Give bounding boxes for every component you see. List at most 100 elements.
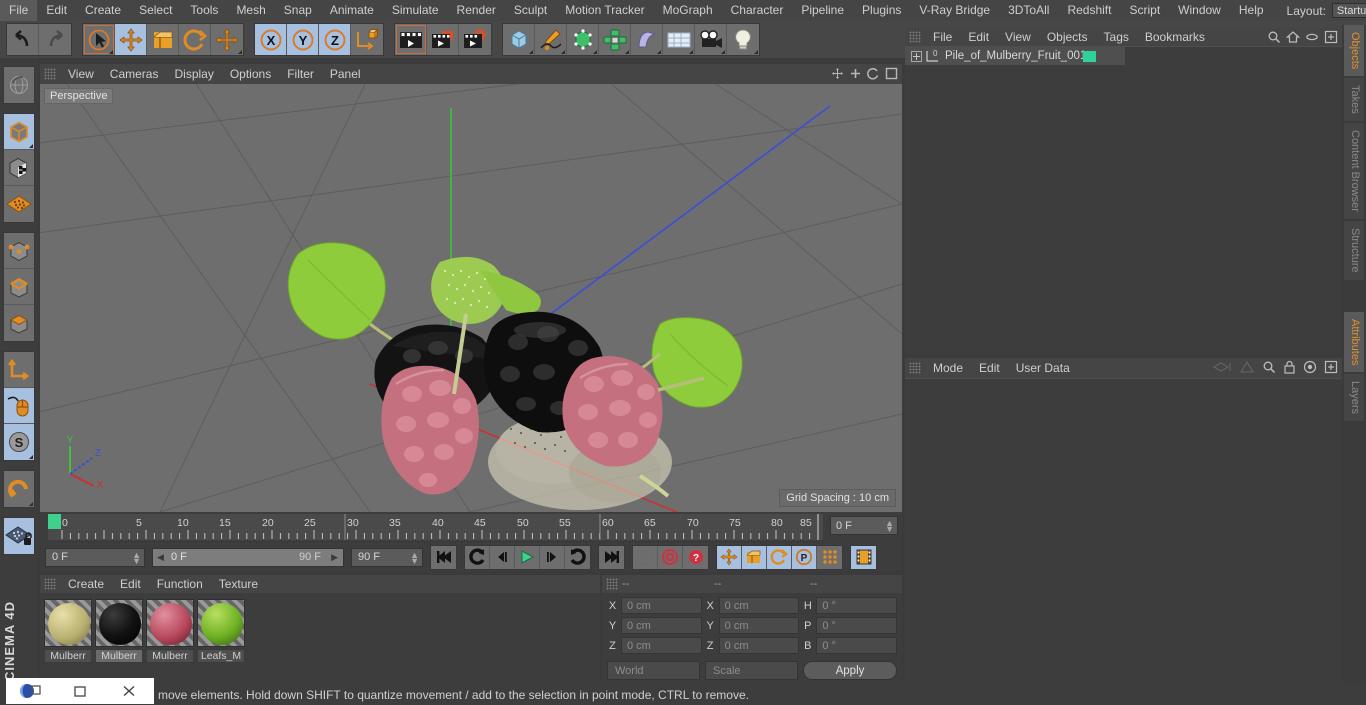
record-key-button[interactable] bbox=[633, 545, 658, 569]
render-view-button[interactable] bbox=[395, 24, 427, 55]
step-back-button[interactable] bbox=[490, 545, 515, 569]
y-axis-button[interactable]: Y bbox=[287, 24, 319, 55]
autokey-button[interactable] bbox=[658, 545, 683, 569]
tab-attributes[interactable]: Attributes bbox=[1344, 311, 1364, 373]
menu-item-simulate[interactable]: Simulate bbox=[383, 0, 448, 21]
quantize-lock-button[interactable] bbox=[4, 518, 34, 554]
expand-toggle-icon[interactable] bbox=[911, 50, 922, 62]
scale-key-button[interactable] bbox=[742, 545, 767, 569]
environment-floor-button[interactable] bbox=[663, 24, 695, 55]
coord-input-rot-b[interactable]: 0 ° bbox=[816, 637, 898, 654]
redo-button[interactable] bbox=[39, 24, 71, 55]
coord-input-rot-h[interactable]: 0 ° bbox=[816, 597, 898, 614]
lock-icon[interactable] bbox=[1283, 360, 1296, 374]
material-menu-create[interactable]: Create bbox=[60, 575, 112, 593]
target-icon[interactable] bbox=[1303, 360, 1317, 374]
range-left-arrow-icon[interactable]: ◀ bbox=[157, 552, 164, 563]
viewport-canvas[interactable]: Perspective Grid Spacing : 10 cm Y X Z bbox=[40, 84, 902, 512]
menu-item-character[interactable]: Character bbox=[722, 0, 793, 21]
coord-apply-button[interactable]: Apply bbox=[803, 661, 897, 680]
menu-item-mograph[interactable]: MoGraph bbox=[654, 0, 722, 21]
viewport-menu-cameras[interactable]: Cameras bbox=[102, 64, 167, 84]
viewport-menu-view[interactable]: View bbox=[60, 64, 102, 84]
viewport-solo-button[interactable] bbox=[4, 388, 34, 424]
pan-view-icon[interactable] bbox=[831, 67, 844, 80]
material-swatch[interactable] bbox=[95, 599, 143, 647]
menu-item-vray-bridge[interactable]: V-Ray Bridge bbox=[910, 0, 999, 21]
model-mode-button[interactable] bbox=[4, 114, 34, 150]
object-menu-view[interactable]: View bbox=[997, 28, 1039, 46]
tab-content-browser[interactable]: Content Browser bbox=[1344, 123, 1364, 219]
camera-button[interactable] bbox=[695, 24, 727, 55]
coord-mode-dropdown[interactable]: Scale bbox=[705, 661, 798, 680]
maximize-view-icon[interactable] bbox=[885, 67, 898, 80]
zoom-view-icon[interactable] bbox=[849, 67, 862, 80]
move-tool-button[interactable] bbox=[115, 24, 147, 55]
tab-objects[interactable]: Objects bbox=[1344, 25, 1364, 77]
polygons-mode-button[interactable] bbox=[4, 305, 34, 341]
viewport-menu-display[interactable]: Display bbox=[166, 64, 221, 84]
object-tree-row[interactable]: 0 Pile_of_Mulberry_Fruit_001 bbox=[905, 47, 1125, 65]
panel-grip-icon[interactable] bbox=[44, 578, 56, 590]
menu-item-edit[interactable]: Edit bbox=[37, 0, 76, 21]
viewport-menu-options[interactable]: Options bbox=[222, 64, 279, 84]
new-tab-icon[interactable] bbox=[1324, 360, 1338, 374]
mograph-cloner-button[interactable] bbox=[599, 24, 631, 55]
menu-item-help[interactable]: Help bbox=[1230, 0, 1273, 21]
material-menu-function[interactable]: Function bbox=[149, 575, 211, 593]
rotation-key-button[interactable] bbox=[767, 545, 792, 569]
attribute-menu-edit[interactable]: Edit bbox=[971, 358, 1008, 378]
home-icon[interactable] bbox=[1286, 30, 1300, 44]
stepper-icon[interactable]: ▲ ▼ bbox=[132, 550, 141, 565]
points-mode-button[interactable] bbox=[4, 233, 34, 269]
attribute-menu-mode[interactable]: Mode bbox=[925, 358, 971, 378]
minimize-icon[interactable] bbox=[55, 683, 104, 699]
go-to-start-button[interactable] bbox=[431, 546, 456, 569]
cube-primitive-button[interactable] bbox=[503, 24, 535, 55]
stepper-icon[interactable]: ▲ ▼ bbox=[410, 550, 419, 565]
menu-item-window[interactable]: Window bbox=[1169, 0, 1230, 21]
history-back-icon[interactable] bbox=[1212, 360, 1232, 374]
menu-item-plugins[interactable]: Plugins bbox=[853, 0, 910, 21]
search-icon[interactable] bbox=[1267, 30, 1281, 44]
history-forward-icon[interactable] bbox=[1239, 360, 1255, 374]
texture-mode-button[interactable] bbox=[4, 150, 34, 186]
coord-system-dropdown[interactable]: World bbox=[607, 661, 700, 680]
panel-grip-icon[interactable] bbox=[606, 578, 618, 590]
snap-s-button[interactable]: S bbox=[4, 424, 34, 460]
go-to-end-button[interactable] bbox=[599, 546, 624, 569]
tab-layers[interactable]: Layers bbox=[1344, 374, 1364, 422]
edges-mode-button[interactable] bbox=[4, 269, 34, 305]
menu-item-3dtoall[interactable]: 3DToAll bbox=[999, 0, 1058, 21]
menu-item-snap[interactable]: Snap bbox=[275, 0, 321, 21]
scale-tool-button[interactable] bbox=[147, 24, 179, 55]
menu-item-sculpt[interactable]: Sculpt bbox=[505, 0, 556, 21]
next-key-button[interactable] bbox=[565, 546, 590, 569]
deformer-bend-button[interactable] bbox=[631, 24, 663, 55]
material-item[interactable]: Mulberr bbox=[95, 599, 143, 663]
stepper-icon[interactable]: ▲ ▼ bbox=[885, 519, 894, 534]
material-swatch[interactable] bbox=[197, 599, 245, 647]
menu-item-script[interactable]: Script bbox=[1120, 0, 1169, 21]
menu-item-mesh[interactable]: Mesh bbox=[227, 0, 274, 21]
object-menu-edit[interactable]: Edit bbox=[960, 28, 997, 46]
menu-item-animate[interactable]: Animate bbox=[321, 0, 383, 21]
rotate-tool-button[interactable] bbox=[179, 24, 211, 55]
material-menu-edit[interactable]: Edit bbox=[112, 575, 149, 593]
undo-view-button[interactable] bbox=[4, 67, 34, 103]
material-swatch[interactable] bbox=[146, 599, 194, 647]
object-menu-tags[interactable]: Tags bbox=[1096, 28, 1137, 46]
panel-grip-icon[interactable] bbox=[909, 31, 921, 43]
object-menu-objects[interactable]: Objects bbox=[1039, 28, 1096, 46]
spline-pen-button[interactable] bbox=[535, 24, 567, 55]
panel-grip-icon[interactable] bbox=[909, 362, 921, 374]
world-coordinate-button[interactable] bbox=[351, 24, 383, 55]
coord-input-size-z[interactable]: 0 cm bbox=[718, 637, 800, 654]
rotate-view-icon[interactable] bbox=[867, 67, 880, 80]
new-tab-icon[interactable] bbox=[1324, 30, 1338, 44]
coord-input-pos-z[interactable]: 0 cm bbox=[621, 637, 702, 654]
menu-item-create[interactable]: Create bbox=[76, 0, 130, 21]
object-menu-bookmarks[interactable]: Bookmarks bbox=[1137, 28, 1213, 46]
panel-grip-icon[interactable] bbox=[44, 68, 56, 80]
search-icon[interactable] bbox=[1262, 360, 1276, 374]
